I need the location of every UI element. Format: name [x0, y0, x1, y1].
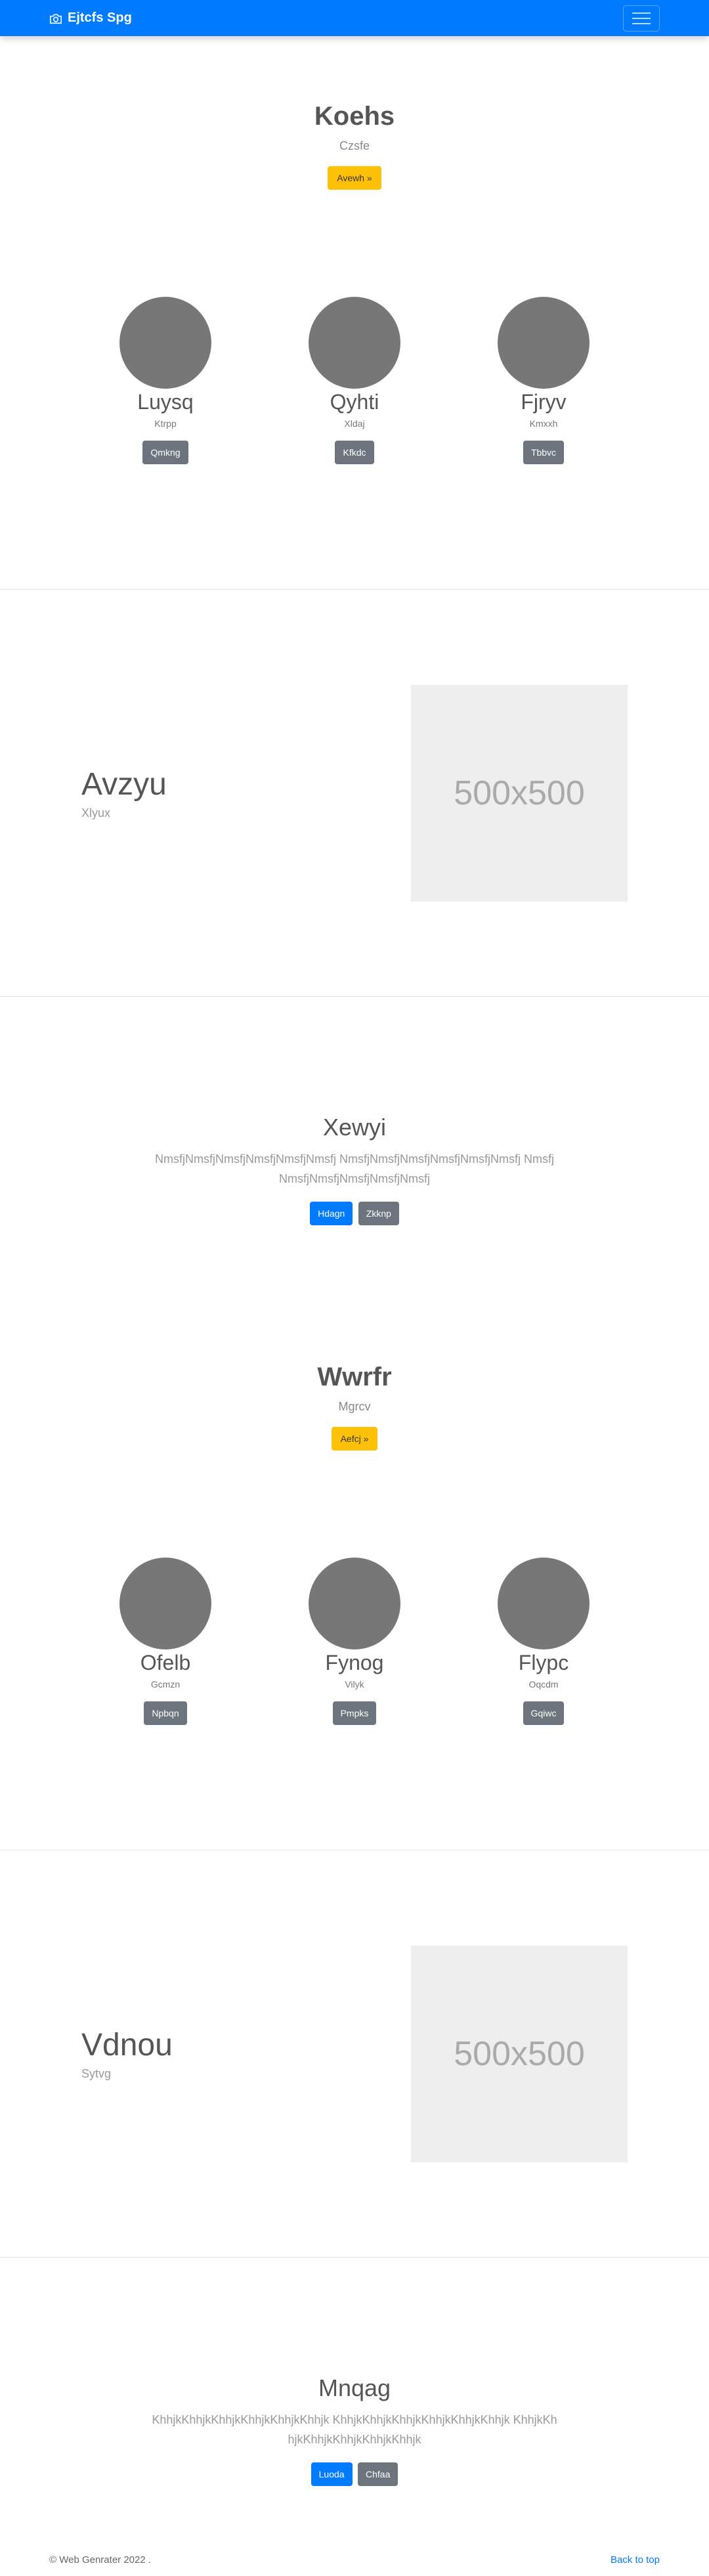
member-button[interactable]: Pmpks	[332, 1701, 377, 1725]
hero-title: Wwrfr	[317, 1363, 392, 1391]
cta-primary-button[interactable]: Hdagn	[310, 1202, 353, 1225]
team-member: Flypc Oqcdm Gqiwc	[449, 1558, 638, 1725]
placeholder-image: 500x500	[411, 685, 628, 902]
team-member: Luysq Ktrpp Qmkng	[71, 297, 260, 464]
team-section-1: Luysq Ktrpp Qmkng Qyhti Xldaj Kfkdc Fjry…	[0, 297, 709, 464]
member-role: Ktrpp	[154, 418, 177, 429]
camera-icon	[50, 13, 62, 24]
team-member: Fynog Vilyk Pmpks	[260, 1558, 449, 1725]
cta-title: Xewyi	[322, 1114, 387, 1141]
brand-name: Ejtcfs Spg	[68, 11, 132, 25]
member-name: Fjryv	[521, 390, 567, 414]
brand-link[interactable]: Ejtcfs Spg	[49, 11, 132, 26]
member-button[interactable]: Gqiwc	[523, 1701, 565, 1725]
feature-text: Avzyu Xlyux	[81, 766, 167, 820]
hero-section-2: Wwrfr Mgrcv Aefcj »	[0, 1363, 709, 1451]
member-button[interactable]: Kfkdc	[335, 441, 374, 464]
hero-subtitle: Czsfe	[339, 139, 370, 152]
avatar	[119, 297, 211, 389]
member-role: Kmxxh	[529, 418, 558, 429]
avatar	[498, 1558, 590, 1649]
cta-title: Mnqag	[318, 2374, 391, 2401]
copyright-text: © Web Genrater 2022 .	[49, 2554, 152, 2565]
cta-text: NmsfjNmsfjNmsfjNmsfjNmsfjNmsfj NmsfjNmsf…	[155, 1152, 554, 1185]
feature-section-1: Avzyu Xlyux 500x500	[0, 685, 709, 902]
member-button[interactable]: Qmkng	[142, 441, 188, 464]
navbar-toggler[interactable]	[623, 5, 660, 32]
feature-subtitle: Xlyux	[81, 806, 111, 819]
member-button[interactable]: Tbbvc	[523, 441, 565, 464]
hamburger-icon	[632, 12, 651, 14]
avatar	[309, 1558, 400, 1649]
hero-title: Koehs	[314, 102, 395, 131]
cta-buttons: Luoda Chfaa	[0, 2462, 709, 2486]
feature-text: Vdnou Sytvg	[81, 2027, 173, 2081]
member-name: Luysq	[137, 390, 194, 414]
member-role: Gcmzn	[150, 1679, 181, 1690]
member-name: Qyhti	[330, 390, 379, 414]
member-role: Xldaj	[344, 418, 365, 429]
team-section-2: Ofelb Gcmzn Npbqn Fynog Vilyk Pmpks Flyp…	[0, 1558, 709, 1725]
cta-section-1: Xewyi NmsfjNmsfjNmsfjNmsfjNmsfjNmsfj Nms…	[0, 1114, 709, 1225]
divider	[0, 589, 709, 590]
feature-section-2: Vdnou Sytvg 500x500	[0, 1946, 709, 2162]
feature-title: Avzyu	[81, 767, 167, 802]
cta-secondary-button[interactable]: Zkknp	[358, 1202, 399, 1225]
hero-button[interactable]: Aefcj »	[331, 1427, 378, 1451]
avatar	[309, 297, 400, 389]
back-to-top-link[interactable]: Back to top	[611, 2554, 660, 2565]
navbar: Ejtcfs Spg	[0, 0, 709, 36]
cta-primary-button[interactable]: Luoda	[311, 2462, 353, 2486]
cta-text: KhhjkKhhjkKhhjkKhhjkKhhjkKhhjk KhhjkKhhj…	[152, 2413, 557, 2446]
member-button[interactable]: Npbqn	[144, 1701, 187, 1725]
divider	[0, 2257, 709, 2258]
team-member: Fjryv Kmxxh Tbbvc	[449, 297, 638, 464]
avatar	[119, 1558, 211, 1649]
member-name: Fynog	[325, 1651, 384, 1674]
divider	[0, 996, 709, 997]
footer: © Web Genrater 2022 . Back to top	[49, 2554, 660, 2565]
member-role: Vilyk	[345, 1679, 364, 1690]
hero-section-1: Koehs Czsfe Avewh »	[0, 102, 709, 190]
cta-secondary-button[interactable]: Chfaa	[358, 2462, 398, 2486]
member-name: Ofelb	[140, 1651, 191, 1674]
avatar	[498, 297, 590, 389]
hero-button[interactable]: Avewh »	[328, 166, 381, 190]
hero-subtitle: Mgrcv	[338, 1400, 371, 1413]
team-member: Ofelb Gcmzn Npbqn	[71, 1558, 260, 1725]
team-member: Qyhti Xldaj Kfkdc	[260, 297, 449, 464]
cta-buttons: Hdagn Zkknp	[0, 1202, 709, 1225]
placeholder-image: 500x500	[411, 1946, 628, 2162]
member-name: Flypc	[518, 1651, 569, 1674]
cta-section-2: Mnqag KhhjkKhhjkKhhjkKhhjkKhhjkKhhjk Khh…	[0, 2374, 709, 2486]
member-role: Oqcdm	[528, 1679, 559, 1690]
feature-title: Vdnou	[81, 2028, 173, 2063]
feature-subtitle: Sytvg	[81, 2067, 112, 2080]
